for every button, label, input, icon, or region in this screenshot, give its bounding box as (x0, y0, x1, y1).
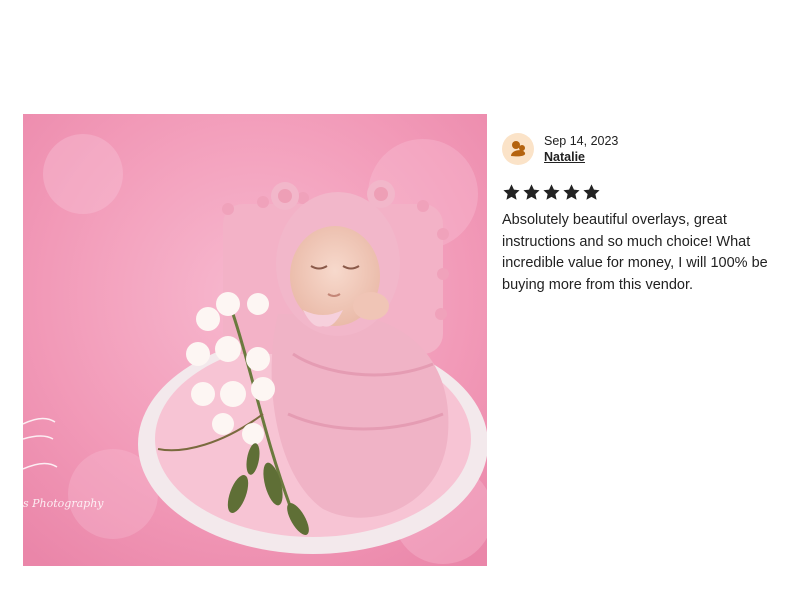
reviewer-name-link[interactable]: Natalie (544, 149, 618, 165)
star-icon (503, 184, 520, 200)
star-icon (523, 184, 540, 200)
review-date: Sep 14, 2023 (544, 133, 619, 148)
review-photo-image: s Photography (23, 114, 487, 566)
review-photo[interactable]: s Photography (23, 114, 487, 566)
star-icon (583, 184, 600, 200)
star-icon (563, 184, 580, 200)
review-text: Absolutely beautiful overlays, great ins… (502, 212, 768, 293)
reviewer-meta: Sep 14, 2023 Natalie (544, 134, 618, 165)
review-card: Sep 14, 2023 Natalie Absolutely beautifu… (502, 133, 787, 296)
photo-watermark: s Photography (23, 497, 104, 510)
user-avatar-icon[interactable] (502, 133, 534, 165)
reviewer-info: Sep 14, 2023 Natalie (502, 133, 787, 165)
star-rating (502, 183, 787, 203)
star-icon (543, 184, 560, 200)
